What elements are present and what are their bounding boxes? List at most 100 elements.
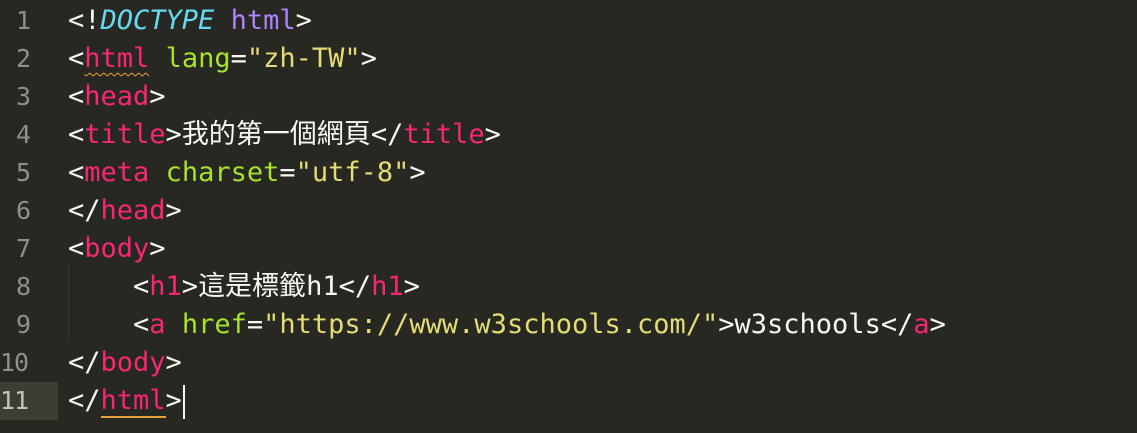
line-number: 1 (0, 2, 58, 40)
line-number: 7 (0, 230, 58, 268)
line-number: 9 (0, 306, 58, 344)
line-content[interactable]: <a href="https://www.w3schools.com/">w3s… (68, 306, 946, 344)
token-attr: href (181, 309, 247, 340)
line-number-text: 2 (15, 44, 31, 73)
token-punc: > (149, 81, 166, 112)
token-punc: < (68, 309, 150, 340)
line-number: 8 (0, 268, 58, 306)
line-number-text: 7 (15, 234, 31, 263)
line-number: 3 (0, 78, 58, 116)
token-tag: body (100, 347, 166, 378)
token-punc (149, 43, 165, 74)
token-tag: a (149, 309, 166, 340)
line-number-text: 1 (15, 6, 31, 35)
token-punc (214, 5, 230, 36)
line-content[interactable]: <title>我的第一個網頁</title> (68, 116, 501, 154)
line-number-text: 3 (15, 82, 31, 111)
token-punc: <! (68, 5, 101, 36)
token-punc: h1</ (306, 271, 372, 302)
text-cursor (182, 384, 185, 419)
line-content[interactable]: <meta charset="utf-8"> (68, 154, 426, 192)
line-number-text: 5 (15, 158, 31, 187)
token-punc: > (181, 271, 199, 302)
token-punc: > (929, 309, 946, 340)
token-punc: > (165, 119, 182, 150)
token-punc: </ (68, 195, 101, 226)
token-punc: > (165, 385, 182, 416)
line-content[interactable]: </html> (68, 382, 185, 420)
token-tag: head (84, 81, 150, 112)
line-content[interactable]: <!DOCTYPE html> (68, 2, 312, 40)
token-doctype-kw: html (230, 5, 296, 36)
token-punc: > (403, 271, 420, 302)
code-line[interactable]: 1 <!DOCTYPE html> (0, 2, 1137, 40)
token-punc: = (279, 157, 296, 188)
token-punc: >w3schools</ (718, 309, 914, 340)
code-line[interactable]: 7 <body> (0, 230, 1137, 268)
line-number-text: 9 (15, 310, 31, 339)
token-punc: > (165, 347, 182, 378)
code-line[interactable]: 11 </html> (0, 382, 1137, 420)
token-punc: </ (68, 347, 101, 378)
code-editor[interactable]: 1 <!DOCTYPE html> 2 <html lang="zh-TW"> 3 <he… (0, 0, 1137, 433)
token-punc: < (68, 271, 150, 302)
token-tag: h1 (149, 271, 182, 302)
token-tag: h1 (371, 271, 404, 302)
token-punc (166, 309, 182, 340)
token-tag: title (84, 119, 166, 150)
line-number-text: 4 (15, 120, 31, 149)
token-text: 我的第一個網頁 (181, 119, 371, 150)
token-str: "https://www.w3schools.com/" (263, 309, 719, 340)
token-punc: < (68, 233, 85, 264)
line-content[interactable]: <body> (68, 230, 166, 268)
line-number-text: 8 (15, 272, 31, 301)
token-punc: </ (68, 385, 101, 416)
code-line[interactable]: 5 <meta charset="utf-8"> (0, 154, 1137, 192)
token-tag-sq: html (84, 43, 150, 74)
line-number: 4 (0, 116, 58, 154)
code-line[interactable]: 4 <title>我的第一個網頁</title> (0, 116, 1137, 154)
line-number: 2 (0, 40, 58, 78)
line-content[interactable]: <head> (68, 78, 166, 116)
line-number-text: 10 (0, 348, 29, 377)
code-line[interactable]: 2 <html lang="zh-TW"> (0, 40, 1137, 78)
line-number-text: 11 (0, 386, 29, 415)
code-line[interactable]: 9 <a href="https://www.w3schools.com/">w… (0, 306, 1137, 344)
token-tag: body (84, 233, 150, 264)
token-attr: lang (165, 43, 231, 74)
line-number: 6 (0, 192, 58, 230)
line-content[interactable]: <html lang="zh-TW"> (68, 40, 377, 78)
token-punc: > (409, 157, 426, 188)
token-tag-br: html (100, 385, 166, 418)
token-punc: < (68, 43, 85, 74)
token-punc: = (246, 309, 264, 340)
token-punc: < (68, 157, 85, 188)
code-line[interactable]: 10 </body> (0, 344, 1137, 382)
line-content[interactable]: <h1>這是標籤h1</h1> (68, 268, 420, 306)
token-tag: meta (84, 157, 150, 188)
token-punc (149, 157, 165, 188)
code-line[interactable]: 3 <head> (0, 78, 1137, 116)
token-str: "utf-8" (295, 157, 410, 188)
token-tag: a (913, 309, 930, 340)
token-doctype: DOCTYPE (100, 5, 215, 36)
line-number: 10 (0, 344, 58, 382)
code-line[interactable]: 8 <h1>這是標籤h1</h1> (0, 268, 1137, 306)
token-punc: = (230, 43, 247, 74)
code-line[interactable]: 6 </head> (0, 192, 1137, 230)
token-punc: </ (370, 119, 404, 150)
token-punc: < (68, 119, 85, 150)
token-attr: charset (165, 157, 280, 188)
line-number: 5 (0, 154, 58, 192)
token-punc: < (68, 81, 85, 112)
line-content[interactable]: </body> (68, 344, 182, 382)
token-punc: > (484, 119, 501, 150)
token-str: "zh-TW" (246, 43, 361, 74)
token-text: 這是標籤 (198, 271, 307, 302)
token-punc: > (360, 43, 377, 74)
line-content[interactable]: </head> (68, 192, 182, 230)
token-punc: > (165, 195, 182, 226)
line-number-text: 6 (15, 196, 31, 225)
token-tag: title (403, 119, 485, 150)
token-tag: head (100, 195, 166, 226)
